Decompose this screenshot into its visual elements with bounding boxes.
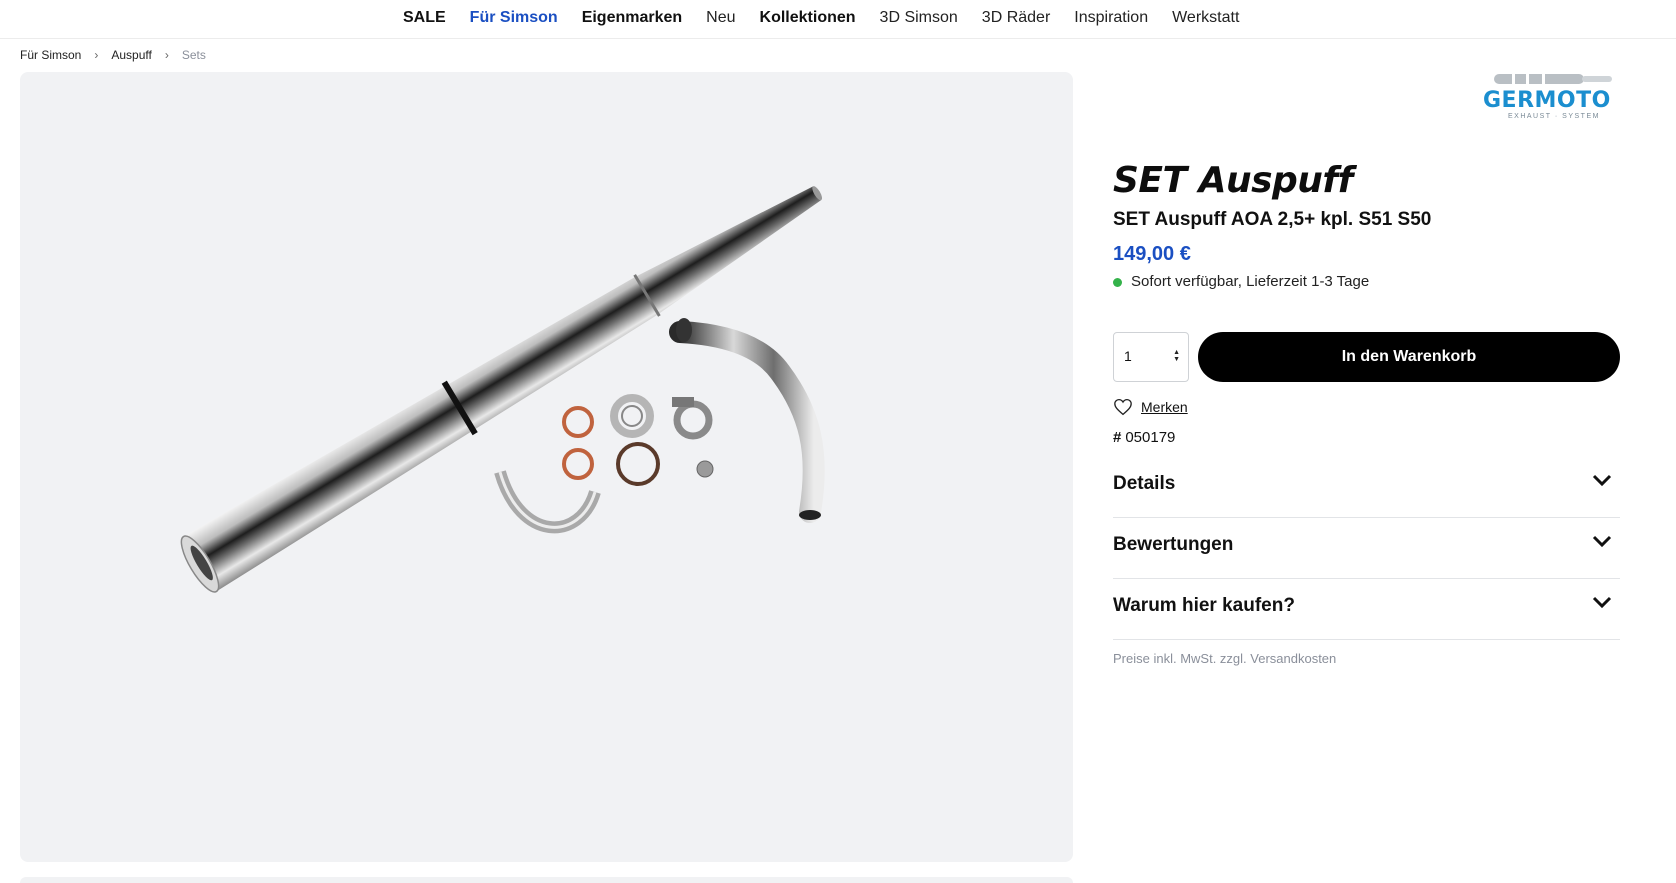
availability-status: Sofort verfügbar, Lieferzeit 1-3 Tage: [1113, 272, 1620, 292]
product-buy-box: SET Auspuff SET Auspuff AOA 2,5+ kpl. S5…: [1113, 160, 1620, 292]
product-title: SET Auspuff: [1113, 160, 1353, 201]
nav-item-werkstatt[interactable]: Werkstatt: [1172, 8, 1239, 28]
add-to-cart-row: 1 ▲ ▼ In den Warenkorb: [1113, 332, 1620, 382]
product-subtitle: SET Auspuff AOA 2,5+ kpl. S51 S50: [1113, 209, 1432, 230]
nav-item-3d-raeder[interactable]: 3D Räder: [982, 8, 1050, 28]
availability-text: Sofort verfügbar, Lieferzeit 1-3 Tage: [1131, 273, 1370, 290]
price-note: Preise inkl. MwSt. zzgl. Versandkosten: [1113, 651, 1337, 666]
accordion-label-details: Details: [1113, 473, 1176, 494]
product-image-gallery[interactable]: [20, 72, 1073, 862]
breadcrumb: Für Simson › Auspuff › Sets: [20, 48, 206, 62]
accordion-bewertungen[interactable]: Bewertungen: [1113, 518, 1620, 579]
add-to-cart-button[interactable]: In den Warenkorb: [1198, 332, 1620, 382]
wishlist-button[interactable]: Merken: [1113, 398, 1188, 416]
sku-hash-icon: #: [1113, 429, 1122, 446]
chevron-right-icon: ›: [94, 48, 99, 62]
select-arrows-icon: ▲ ▼: [1173, 349, 1180, 363]
main-navigation: SALE Für Simson Eigenmarken Neu Kollekti…: [0, 0, 1676, 39]
chevron-down-icon: [1592, 535, 1612, 548]
nav-item-eigenmarken[interactable]: Eigenmarken: [582, 8, 682, 28]
exhaust-logo-icon: [1494, 74, 1612, 84]
wishlist-label: Merken: [1141, 399, 1188, 415]
accordion-details[interactable]: Details: [1113, 457, 1620, 518]
nav-item-inspiration[interactable]: Inspiration: [1074, 8, 1148, 28]
brand-tagline: EXHAUST · SYSTEM: [1508, 113, 1600, 120]
nav-item-neu[interactable]: Neu: [706, 8, 735, 28]
gallery-thumbnail-strip[interactable]: [20, 877, 1073, 883]
chevron-down-icon: [1592, 596, 1612, 609]
quantity-value: 1: [1124, 348, 1132, 364]
nav-item-fuer-simson[interactable]: Für Simson: [470, 8, 558, 28]
nav-item-kollektionen[interactable]: Kollektionen: [760, 8, 856, 28]
heart-icon: [1114, 398, 1132, 416]
brand-logo[interactable]: GERMOTO EXHAUST · SYSTEM: [1480, 72, 1620, 122]
accordion-label-bewertungen: Bewertungen: [1113, 534, 1234, 555]
breadcrumb-link-fuer-simson[interactable]: Für Simson: [20, 48, 81, 62]
quantity-select[interactable]: 1 ▲ ▼: [1113, 332, 1189, 382]
availability-dot-icon: [1113, 277, 1122, 287]
product-sku: #050179: [1113, 429, 1175, 446]
product-price: 149,00 €: [1113, 243, 1191, 265]
nav-list: SALE Für Simson Eigenmarken Neu Kollekti…: [403, 8, 1263, 28]
breadcrumb-link-auspuff[interactable]: Auspuff: [111, 48, 151, 62]
nav-item-3d-simson[interactable]: 3D Simson: [880, 8, 958, 28]
brand-name: GERMOTO: [1483, 88, 1611, 113]
chevron-down-icon: [1592, 474, 1612, 487]
chevron-right-icon: ›: [164, 48, 169, 62]
product-image: [180, 186, 825, 593]
accordion-label-warum-hier-kaufen: Warum hier kaufen?: [1113, 595, 1295, 616]
breadcrumb-current: Sets: [181, 48, 206, 62]
nav-item-sale[interactable]: SALE: [403, 8, 446, 28]
accordion-warum-hier-kaufen[interactable]: Warum hier kaufen?: [1113, 579, 1620, 640]
sku-value: 050179: [1125, 429, 1176, 446]
